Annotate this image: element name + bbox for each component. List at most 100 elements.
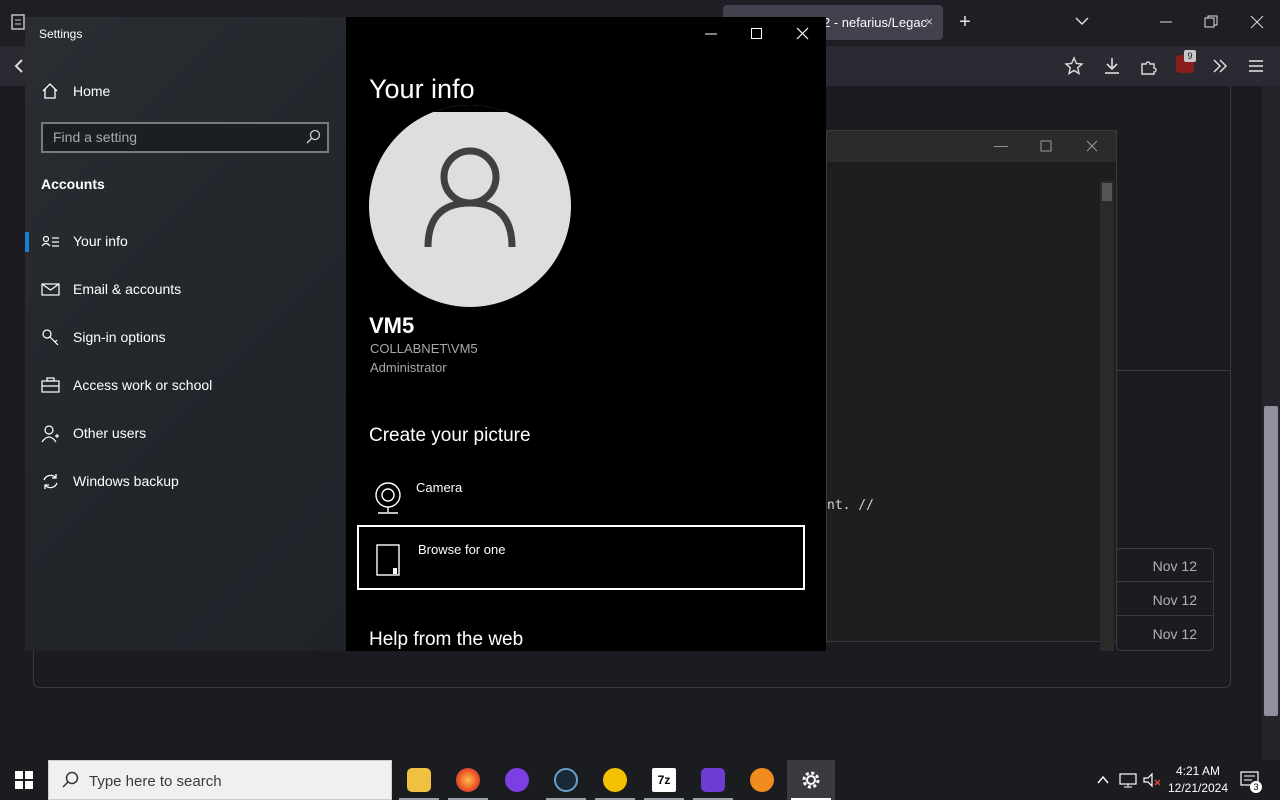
taskbar-settings[interactable] xyxy=(787,760,835,800)
sidebar-item-windows-backup[interactable]: Windows backup xyxy=(25,462,346,502)
sidebar-item-label: Email & accounts xyxy=(73,281,182,297)
firefox-icon xyxy=(456,768,480,792)
start-button[interactable] xyxy=(0,760,48,800)
sidebar-item-label: Access work or school xyxy=(73,377,213,393)
windows-logo-icon xyxy=(15,771,33,789)
yellow-app-icon xyxy=(603,768,627,792)
maximize-icon[interactable] xyxy=(750,27,764,41)
date-cell: Nov 12 xyxy=(1117,583,1213,616)
minimize-icon[interactable] xyxy=(704,28,718,40)
avatar xyxy=(369,105,571,307)
taskbar-steam[interactable] xyxy=(542,760,590,800)
create-picture-heading: Create your picture xyxy=(369,425,531,446)
user-account-name: COLLABNET\VM5 xyxy=(370,341,478,356)
orange-app-icon xyxy=(750,768,774,792)
taskbar-search-placeholder: Type here to search xyxy=(89,773,222,790)
sidebar-item-other-users[interactable]: Other users xyxy=(25,414,346,454)
search-icon xyxy=(62,771,79,788)
date-cell: Nov 12 xyxy=(1152,626,1197,642)
hamburger-menu-icon[interactable] xyxy=(1248,58,1264,74)
sidebar-item-sign-in-options[interactable]: Sign-in options xyxy=(25,318,346,358)
folder-icon xyxy=(407,768,431,792)
tray-chevron-up-icon[interactable] xyxy=(1096,774,1110,786)
browser-close-icon[interactable] xyxy=(1250,15,1264,29)
section-title: Accounts xyxy=(41,176,105,192)
settings-sidebar: Settings Home Find a setting Accounts Yo… xyxy=(25,17,346,651)
gear-icon xyxy=(802,771,820,789)
sidebar-item-label: Other users xyxy=(73,425,147,441)
settings-app-title: Settings xyxy=(39,27,83,41)
tab-title: 2 - nefarius/Legac xyxy=(823,15,928,30)
editor-close-icon[interactable] xyxy=(1086,140,1098,152)
sidebar-item-label: Your info xyxy=(73,233,128,249)
extension-badge: 9 xyxy=(1184,50,1196,62)
system-clock[interactable]: 4:21 AM 12/21/2024 xyxy=(1160,763,1236,797)
camera-label: Camera xyxy=(416,480,463,495)
browse-for-one-option[interactable]: Browse for one xyxy=(357,525,805,590)
sidebar-item-your-info[interactable]: Your info xyxy=(25,222,346,262)
sidebar-item-email-accounts[interactable]: Email & accounts xyxy=(25,270,346,310)
home-nav-item[interactable]: Home xyxy=(41,81,110,101)
taskbar-search-box[interactable]: Type here to search xyxy=(48,760,392,800)
editor-minimize-icon[interactable]: — xyxy=(991,137,1011,153)
clock-date: 12/21/2024 xyxy=(1167,781,1229,795)
home-label: Home xyxy=(73,83,111,99)
user-role: Administrator xyxy=(370,360,447,375)
network-icon[interactable] xyxy=(1118,772,1138,788)
new-tab-button[interactable]: + xyxy=(953,12,977,32)
editor-scrollbar-thumb[interactable] xyxy=(1102,183,1112,201)
tab-close-button[interactable]: × xyxy=(925,14,933,29)
editor-scrollbar[interactable] xyxy=(1100,181,1114,651)
overflow-chevrons-icon[interactable] xyxy=(1211,57,1229,75)
camera-option[interactable]: Camera xyxy=(357,465,805,530)
download-icon[interactable] xyxy=(1102,56,1122,76)
browse-label: Browse for one xyxy=(418,542,506,557)
settings-window: Settings Home Find a setting Accounts Yo… xyxy=(25,17,826,651)
browser-minimize-icon[interactable] xyxy=(1159,15,1173,29)
bookmark-star-icon[interactable] xyxy=(1064,56,1084,76)
page-divider xyxy=(1116,370,1231,371)
volume-muted-icon[interactable] xyxy=(1142,772,1162,788)
chevron-down-icon[interactable] xyxy=(1074,15,1090,27)
search-icon xyxy=(306,129,321,144)
date-cell: Nov 12 xyxy=(1117,549,1213,582)
sidebar-item-access-work-school[interactable]: Access work or school xyxy=(25,366,346,406)
search-placeholder: Find a setting xyxy=(53,129,138,145)
date-list: Nov 12 Nov 12 Nov 12 xyxy=(1116,548,1214,651)
mask-app-icon xyxy=(505,768,529,792)
7zip-icon: 7z xyxy=(652,768,676,792)
briefcase-icon xyxy=(41,377,60,393)
notification-count-badge: 3 xyxy=(1250,781,1262,793)
sidebar-item-label: Sign-in options xyxy=(73,329,166,345)
editor-maximize-icon[interactable] xyxy=(1040,140,1052,152)
key-icon xyxy=(42,329,59,346)
taskbar-app-orange[interactable] xyxy=(738,760,786,800)
purple-app-icon xyxy=(701,768,725,792)
close-icon[interactable] xyxy=(796,27,810,41)
taskbar-app-purple[interactable] xyxy=(689,760,737,800)
help-from-web-heading: Help from the web xyxy=(369,629,524,650)
taskbar-7zip[interactable]: 7z xyxy=(640,760,688,800)
taskbar-file-explorer[interactable] xyxy=(395,760,443,800)
editor-title-bar: — xyxy=(827,131,1116,162)
page-scrollbar-thumb[interactable] xyxy=(1264,406,1278,716)
taskbar: Type here to search 7z 4:21 AM 12/21/202… xyxy=(0,760,1280,800)
home-icon xyxy=(42,83,58,99)
page-title: Your info xyxy=(369,74,475,104)
taskbar-app-yellow[interactable] xyxy=(591,760,639,800)
webcam-icon xyxy=(375,482,401,514)
extensions-puzzle-icon[interactable] xyxy=(1139,56,1159,76)
browser-restore-icon[interactable] xyxy=(1204,15,1218,29)
taskbar-app-mask[interactable] xyxy=(493,760,541,800)
sidebar-item-label: Windows backup xyxy=(73,473,179,489)
find-setting-input[interactable]: Find a setting xyxy=(41,122,329,153)
taskbar-firefox[interactable] xyxy=(444,760,492,800)
user-display-name: VM5 xyxy=(369,313,415,338)
contact-card-icon xyxy=(41,235,59,247)
person-icon xyxy=(41,425,59,443)
user-silhouette-icon xyxy=(424,147,516,248)
mail-icon xyxy=(41,283,60,296)
background-editor-window: — nt. // xyxy=(826,130,1117,651)
steam-icon xyxy=(554,768,578,792)
file-icon xyxy=(376,544,400,576)
